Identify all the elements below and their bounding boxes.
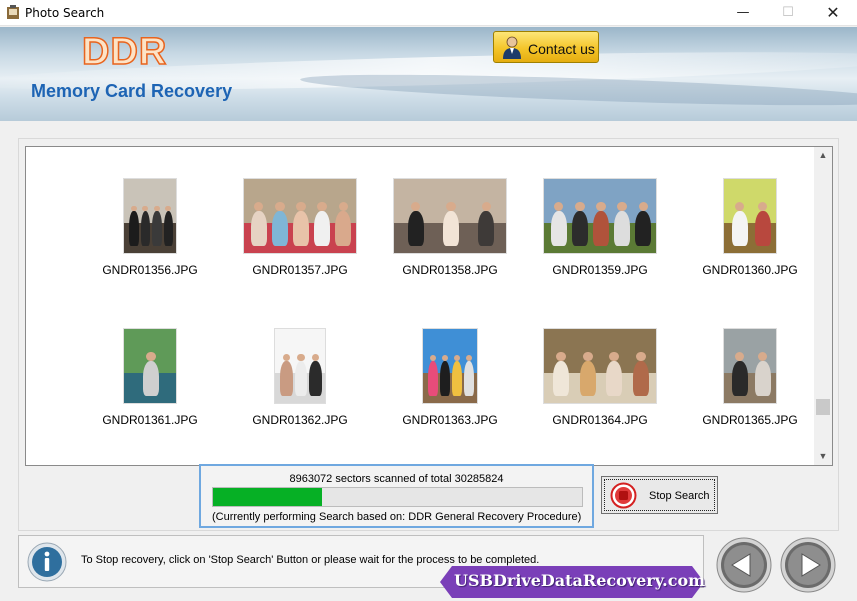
photo-thumbnail[interactable] — [723, 178, 777, 254]
photo-filename: GNDR01358.JPG — [402, 263, 498, 277]
photo-item[interactable]: GNDR01365.JPG — [675, 297, 825, 427]
photo-filename: GNDR01365.JPG — [702, 413, 798, 427]
photo-thumbnail[interactable] — [123, 178, 177, 254]
vertical-scrollbar[interactable]: ▲ ▼ — [814, 147, 832, 465]
back-button[interactable] — [716, 537, 772, 593]
window-title: Photo Search — [25, 6, 105, 20]
scroll-up-icon[interactable]: ▲ — [814, 147, 832, 164]
photo-thumbnail[interactable] — [274, 328, 326, 404]
photo-item[interactable]: GNDR01361.JPG — [75, 297, 225, 427]
photo-item[interactable]: GNDR01359.JPG — [525, 147, 675, 277]
info-icon — [27, 542, 67, 582]
photo-thumbnail[interactable] — [543, 178, 657, 254]
progress-bar-fill — [213, 488, 323, 506]
title-bar: Photo Search — ☐ ✕ — [0, 0, 857, 26]
contact-us-button[interactable]: Contact us — [493, 31, 599, 63]
close-button[interactable]: ✕ — [810, 0, 856, 26]
contact-person-icon — [503, 36, 521, 59]
app-icon — [7, 5, 19, 19]
brand-logo: DDR — [81, 30, 168, 74]
photo-thumbnail[interactable] — [123, 328, 177, 404]
procedure-text: (Currently performing Search based on: D… — [212, 511, 582, 523]
progress-bar — [212, 487, 583, 507]
scroll-thumb[interactable] — [816, 399, 830, 415]
photo-thumbnail[interactable] — [422, 328, 478, 404]
photo-filename: GNDR01360.JPG — [702, 263, 798, 277]
photo-filename: GNDR01362.JPG — [252, 413, 348, 427]
stop-search-button[interactable]: Stop Search — [601, 476, 718, 514]
photo-item[interactable]: GNDR01363.JPG — [375, 297, 525, 427]
photo-filename: GNDR01356.JPG — [102, 263, 198, 277]
minimize-button[interactable]: — — [720, 0, 766, 26]
photo-item[interactable]: GNDR01357.JPG — [225, 147, 375, 277]
photo-item[interactable]: GNDR01364.JPG — [525, 297, 675, 427]
scan-status-text: 8963072 sectors scanned of total 3028582… — [289, 473, 504, 485]
photo-thumbnail[interactable] — [723, 328, 777, 404]
scan-progress-panel: 8963072 sectors scanned of total 3028582… — [199, 464, 594, 528]
photo-filename: GNDR01357.JPG — [252, 263, 348, 277]
photo-thumbnail[interactable] — [543, 328, 657, 404]
status-message: To Stop recovery, click on 'Stop Search'… — [81, 554, 540, 566]
photo-results-area: GNDR01356.JPG GNDR01357.JPG GNDR01358.JPG G… — [25, 146, 833, 466]
maximize-button[interactable]: ☐ — [765, 0, 811, 26]
watermark-text: USBDriveDataRecovery.com — [454, 571, 706, 590]
scroll-down-icon[interactable]: ▼ — [814, 448, 832, 465]
next-button[interactable] — [780, 537, 836, 593]
header-banner: DDR Memory Card Recovery Contact us — [0, 27, 857, 121]
photo-item[interactable]: GNDR01360.JPG — [675, 147, 825, 277]
photo-filename: GNDR01363.JPG — [402, 413, 498, 427]
photo-item[interactable]: GNDR01356.JPG — [75, 147, 225, 277]
product-title: Memory Card Recovery — [31, 81, 233, 101]
photo-grid: GNDR01356.JPG GNDR01357.JPG GNDR01358.JPG G… — [26, 147, 816, 465]
photo-item[interactable]: GNDR01358.JPG — [375, 147, 525, 277]
photo-filename: GNDR01359.JPG — [552, 263, 648, 277]
contact-us-label: Contact us — [528, 41, 595, 57]
stop-icon — [610, 482, 637, 509]
photo-filename: GNDR01364.JPG — [552, 413, 648, 427]
stop-search-label: Stop Search — [649, 490, 710, 502]
photo-thumbnail[interactable] — [393, 178, 507, 254]
photo-filename: GNDR01361.JPG — [102, 413, 198, 427]
photo-item[interactable]: GNDR01362.JPG — [225, 297, 375, 427]
photo-thumbnail[interactable] — [243, 178, 357, 254]
